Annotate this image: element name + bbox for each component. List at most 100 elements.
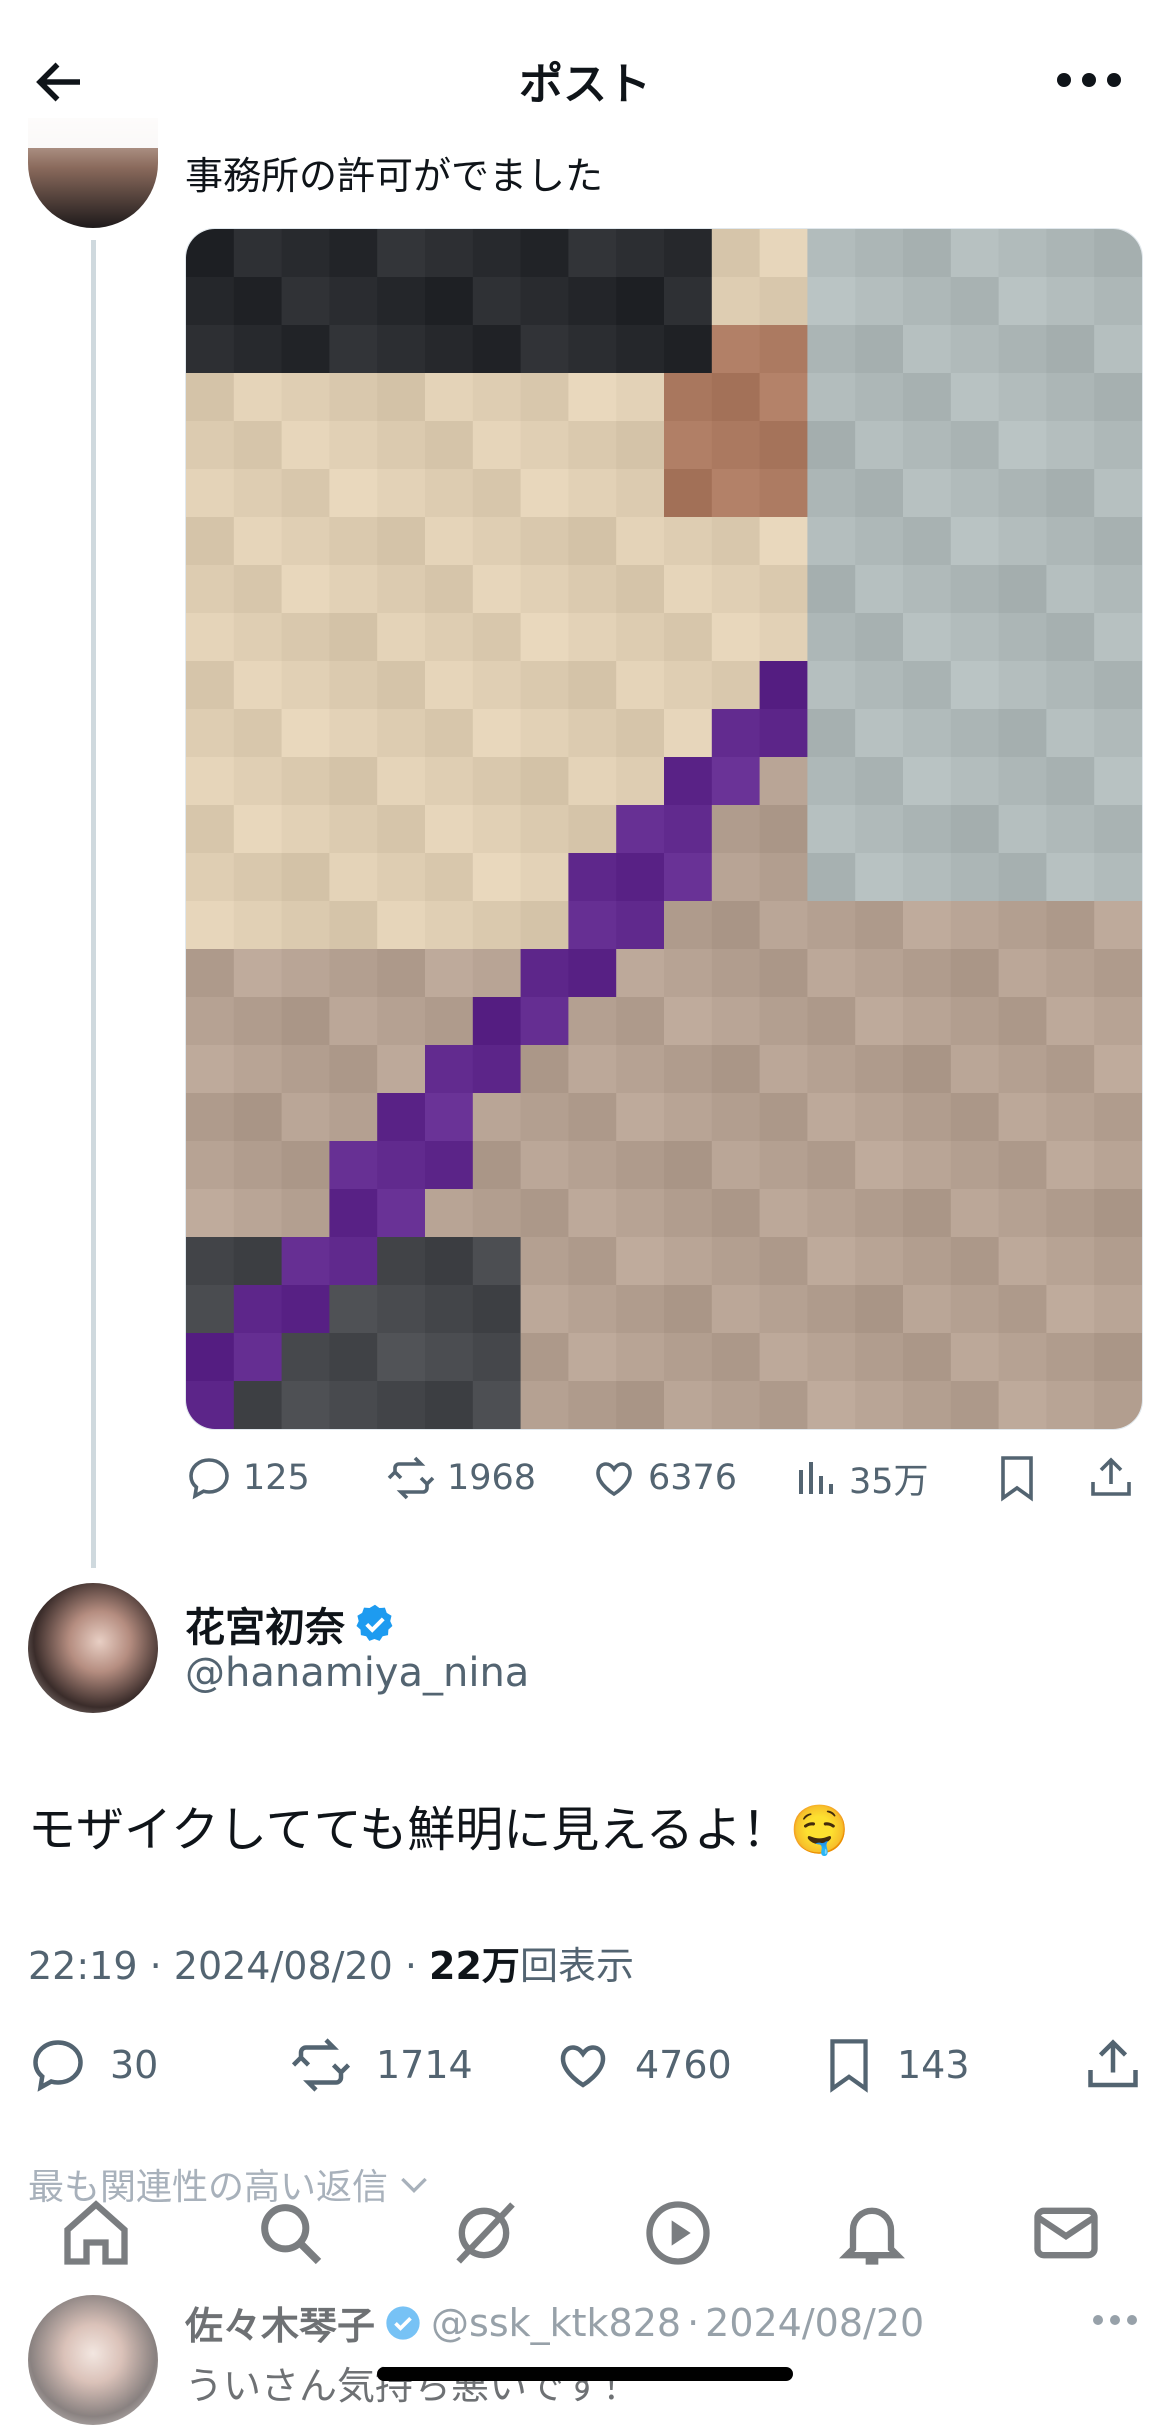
mosaic-tile bbox=[711, 421, 761, 470]
mosaic-tile bbox=[472, 1285, 522, 1334]
mosaic-tile bbox=[950, 997, 1000, 1046]
author-name-row[interactable]: 花宮初奈 bbox=[185, 1595, 397, 1653]
mosaic-tile bbox=[1046, 613, 1096, 662]
mosaic-tile bbox=[377, 373, 426, 422]
video-icon[interactable] bbox=[640, 2195, 716, 2271]
mosaic-tile bbox=[1046, 1189, 1096, 1238]
views-label: 回表示 bbox=[519, 1944, 634, 1988]
share-button[interactable] bbox=[1087, 1448, 1145, 1508]
post-bookmark-button[interactable]: 143 bbox=[823, 2030, 970, 2100]
mosaic-tile bbox=[759, 229, 809, 278]
notifications-icon[interactable] bbox=[834, 2195, 910, 2271]
mosaic-tile bbox=[759, 1333, 809, 1382]
mosaic-tile bbox=[1046, 949, 1096, 998]
post-repost-button[interactable]: 1714 bbox=[288, 2030, 473, 2100]
mosaic-tile bbox=[711, 277, 761, 326]
repost-button[interactable]: 1968 bbox=[385, 1448, 536, 1508]
mosaic-tile bbox=[616, 661, 665, 710]
mosaic-tile bbox=[759, 373, 809, 422]
mosaic-tile bbox=[377, 661, 426, 710]
mosaic-tile bbox=[377, 805, 426, 854]
home-icon[interactable] bbox=[58, 2195, 134, 2271]
mosaic-tile bbox=[807, 1237, 857, 1286]
messages-icon[interactable] bbox=[1028, 2195, 1104, 2271]
mosaic-tile bbox=[616, 1285, 665, 1334]
mosaic-tile bbox=[377, 757, 426, 806]
mosaic-tile bbox=[855, 421, 904, 470]
mosaic-tile bbox=[759, 997, 809, 1046]
mosaic-tile bbox=[855, 277, 904, 326]
more-icon[interactable] bbox=[1054, 60, 1124, 100]
mosaic-tile bbox=[664, 1333, 713, 1382]
mosaic-tile bbox=[1094, 421, 1142, 470]
mosaic-tile bbox=[1046, 1237, 1096, 1286]
mosaic-tile bbox=[520, 1381, 570, 1429]
reply-text: ういさん気持ち悪いです！ bbox=[185, 2364, 640, 2408]
mosaic-tile bbox=[281, 805, 331, 854]
post-share-button[interactable] bbox=[1083, 2030, 1165, 2100]
mosaic-tile bbox=[1094, 709, 1142, 758]
mosaic-tile bbox=[807, 997, 857, 1046]
mosaic-tile bbox=[281, 1045, 331, 1094]
mosaic-tile bbox=[472, 1141, 522, 1190]
mosaic-tile bbox=[1094, 997, 1142, 1046]
mosaic-tile bbox=[425, 805, 474, 854]
reply-more-icon[interactable] bbox=[1090, 2310, 1140, 2330]
post-reply-count: 30 bbox=[110, 2043, 159, 2087]
mosaic-tile bbox=[186, 853, 235, 902]
mosaic-tile bbox=[233, 1333, 283, 1382]
mosaic-tile bbox=[281, 1285, 331, 1334]
grok-icon[interactable] bbox=[446, 2195, 522, 2271]
mosaic-tile bbox=[759, 709, 809, 758]
mosaic-tile bbox=[998, 1189, 1048, 1238]
mosaic-tile bbox=[950, 565, 1000, 614]
mosaic-tile bbox=[281, 421, 331, 470]
reply-avatar[interactable] bbox=[28, 2295, 158, 2425]
mosaic-tile bbox=[1094, 517, 1142, 566]
author-avatar[interactable] bbox=[28, 1583, 158, 1713]
mosaic-tile bbox=[233, 1285, 283, 1334]
mosaic-tile bbox=[807, 421, 857, 470]
mosaic-tile bbox=[998, 709, 1048, 758]
like-button[interactable]: 6376 bbox=[590, 1448, 737, 1508]
bookmark-button[interactable] bbox=[995, 1448, 1049, 1508]
author-handle[interactable]: @hanamiya_nina bbox=[185, 1650, 529, 1696]
mosaic-tile bbox=[664, 1237, 713, 1286]
mosaic-tile bbox=[233, 757, 283, 806]
mosaic-tile bbox=[425, 1237, 474, 1286]
mosaic-tile bbox=[329, 1189, 379, 1238]
mosaic-tile bbox=[1046, 1093, 1096, 1142]
reply-button[interactable]: 125 bbox=[185, 1448, 310, 1508]
mosaic-tile bbox=[903, 1141, 952, 1190]
mosaic-tile bbox=[903, 1333, 952, 1382]
mosaic-tile bbox=[855, 373, 904, 422]
mosaic-tile bbox=[281, 1381, 331, 1429]
mosaic-tile bbox=[855, 661, 904, 710]
mosaic-tile bbox=[377, 229, 426, 278]
views-button[interactable]: 35万 bbox=[795, 1448, 929, 1508]
search-icon[interactable] bbox=[252, 2195, 328, 2271]
mosaic-tile bbox=[950, 1237, 1000, 1286]
mosaic-tile bbox=[568, 1333, 618, 1382]
post-image[interactable] bbox=[185, 228, 1143, 1430]
post-reply-button[interactable]: 30 bbox=[28, 2030, 158, 2100]
like-icon bbox=[560, 2045, 606, 2088]
post-date: 2024/08/20 bbox=[173, 1944, 393, 1988]
mosaic-tile bbox=[329, 613, 379, 662]
mosaic-tile bbox=[711, 1045, 761, 1094]
post-like-button[interactable]: 4760 bbox=[553, 2030, 732, 2100]
mosaic-tile bbox=[377, 613, 426, 662]
mosaic-tile bbox=[664, 1189, 713, 1238]
mosaic-tile bbox=[711, 325, 761, 374]
mosaic-tile bbox=[186, 325, 235, 374]
mosaic-tile bbox=[233, 1093, 283, 1142]
reply-name: 佐々木琴子 bbox=[185, 2304, 376, 2348]
mosaic-tile bbox=[616, 997, 665, 1046]
mosaic-tile bbox=[998, 1285, 1048, 1334]
mosaic-tile bbox=[711, 469, 761, 518]
mosaic-tile bbox=[1094, 373, 1142, 422]
post-text: モザイクしてても鮮明に見えるよ！🤤 bbox=[28, 1802, 850, 1858]
mosaic-tile bbox=[281, 1237, 331, 1286]
mosaic-tile bbox=[281, 949, 331, 998]
mosaic-tile bbox=[425, 565, 474, 614]
